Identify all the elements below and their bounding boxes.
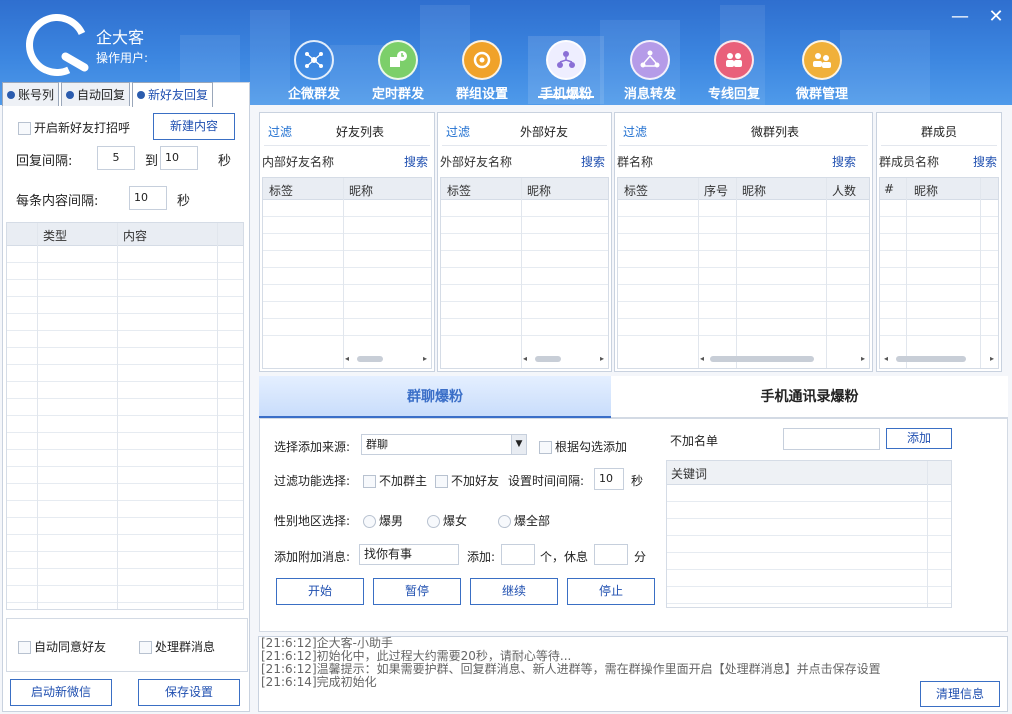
external-search-label: 外部好友名称: [440, 155, 513, 169]
friends-panel: 过滤 好友列表 内部好友名称 搜索 标签 昵称 ◂ ▸: [259, 112, 435, 372]
content-grid[interactable]: 类型 内容: [6, 222, 244, 610]
log-panel: [21:6:12]企大客-小助手 [21:6:12]初始化中，此过程大约需要20…: [258, 636, 1008, 712]
nav-scheduled-broadcast[interactable]: 定时群发: [360, 36, 436, 104]
groups-panel: 过滤 微群列表 群名称 搜索 标签 序号 昵称 人数 ◂ ▸: [614, 112, 873, 372]
groups-grid[interactable]: 标签 序号 昵称 人数 ◂ ▸: [617, 177, 870, 369]
tab-group-boost[interactable]: 群聊爆粉: [259, 376, 611, 418]
time-interval-input[interactable]: 10: [594, 468, 624, 490]
nav-phone-boost[interactable]: 手机爆粉: [528, 36, 604, 104]
item-seconds-label: 秒: [177, 194, 191, 209]
minute-label: 分: [634, 550, 647, 564]
new-content-button[interactable]: 新建内容: [153, 113, 235, 140]
friends-search-button[interactable]: 搜索: [404, 153, 428, 170]
group-manage-icon: [802, 40, 842, 80]
seconds-label: 秒: [218, 154, 232, 169]
female-radio[interactable]: 爆女: [427, 512, 467, 529]
extra-msg-input[interactable]: 找你有事: [359, 544, 459, 565]
left-tabs: 账号列 自动回复 新好友回复: [2, 82, 215, 107]
time-interval-label: 设置时间间隔:: [508, 474, 585, 488]
gender-label: 性别地区选择:: [274, 514, 351, 528]
nav-group-settings[interactable]: 群组设置: [444, 36, 520, 104]
handle-group-msg-checkbox[interactable]: 处理群消息: [139, 638, 215, 655]
schedule-box-icon: [378, 40, 418, 80]
friends-search-label: 内部好友名称: [262, 155, 335, 169]
members-title: 群成员: [921, 125, 958, 139]
start-button[interactable]: 开始: [276, 578, 364, 605]
tab-contacts-boost[interactable]: 手机通讯录爆粉: [611, 376, 1008, 418]
male-radio[interactable]: 爆男: [363, 512, 403, 529]
reply-from-input[interactable]: 5: [97, 146, 135, 170]
friends-filter-link[interactable]: 过滤: [268, 123, 292, 140]
by-check-checkbox[interactable]: 根据勾选添加: [539, 438, 627, 455]
friends-grid[interactable]: 标签 昵称 ◂ ▸: [262, 177, 432, 369]
clear-log-button[interactable]: 清理信息: [920, 681, 1000, 707]
reply-to-input[interactable]: 10: [160, 146, 198, 170]
blacklist-label: 不加名单: [670, 434, 719, 448]
friends-title: 好友列表: [336, 125, 385, 139]
external-grid[interactable]: 标签 昵称 ◂ ▸: [440, 177, 609, 369]
groups-search-label: 群名称: [617, 155, 654, 169]
add-count-input[interactable]: [501, 544, 535, 565]
reply-interval-label: 回复间隔:: [16, 154, 73, 169]
people-reply-icon: [714, 40, 754, 80]
blacklist-input[interactable]: [783, 428, 880, 450]
members-panel: 群成员 群成员名称 搜索 # 昵称 ◂ ▸: [876, 112, 1002, 372]
nav-qiwei-broadcast[interactable]: 企微群发: [276, 36, 352, 104]
operator-label: 操作用户:: [96, 51, 149, 65]
log-line: [21:6:14]完成初始化: [261, 675, 377, 689]
item-interval-label: 每条内容间隔:: [16, 194, 99, 209]
groups-search-button[interactable]: 搜索: [832, 153, 856, 170]
tab-new-friend-reply[interactable]: 新好友回复: [132, 82, 214, 107]
blacklist-add-button[interactable]: 添加: [886, 428, 952, 449]
app-logo: [17, 5, 97, 85]
org-tree-icon: [546, 40, 586, 80]
groups-title: 微群列表: [751, 125, 800, 139]
external-search-button[interactable]: 搜索: [581, 153, 605, 170]
pause-button[interactable]: 暂停: [373, 578, 461, 605]
all-radio[interactable]: 爆全部: [498, 512, 550, 529]
minimize-button[interactable]: —: [950, 8, 970, 28]
close-button[interactable]: ✕: [986, 8, 1006, 28]
source-label: 选择添加来源:: [274, 440, 351, 454]
add-count-label: 添加:: [467, 550, 496, 564]
no-friend-checkbox[interactable]: 不加好友: [435, 472, 499, 489]
nav-message-forward[interactable]: 消息转发: [612, 36, 688, 104]
resume-button[interactable]: 继续: [470, 578, 558, 605]
members-search-label: 群成员名称: [879, 155, 940, 169]
item-interval-input[interactable]: 10: [129, 186, 167, 210]
share-network-icon: [294, 40, 334, 80]
rest-label: 个，休息: [540, 550, 589, 564]
app-name: 企大客: [96, 28, 145, 47]
members-grid[interactable]: # 昵称 ◂ ▸: [879, 177, 999, 369]
nav-dedicated-reply[interactable]: 专线回复: [696, 36, 772, 104]
source-select[interactable]: 群聊 ▼: [361, 434, 527, 455]
group-settings-icon: [462, 40, 502, 80]
time-seconds-label: 秒: [631, 474, 644, 488]
filter-label: 过滤功能选择:: [274, 474, 351, 488]
no-owner-checkbox[interactable]: 不加群主: [363, 472, 427, 489]
tab-account-list[interactable]: 账号列: [2, 82, 60, 106]
nav-group-manage[interactable]: 微群管理: [784, 36, 860, 104]
external-friends-panel: 过滤 外部好友 外部好友名称 搜索 标签 昵称 ◂ ▸: [437, 112, 612, 372]
groups-filter-link[interactable]: 过滤: [623, 123, 647, 140]
keyword-grid[interactable]: 关键词: [666, 460, 952, 608]
auto-accept-checkbox[interactable]: 自动同意好友: [18, 638, 106, 655]
extra-msg-label: 添加附加消息:: [274, 550, 351, 564]
start-wechat-button[interactable]: 启动新微信: [10, 679, 112, 706]
external-filter-link[interactable]: 过滤: [446, 123, 470, 140]
external-title: 外部好友: [520, 125, 569, 139]
tab-auto-reply[interactable]: 自动回复: [61, 82, 131, 106]
members-search-button[interactable]: 搜索: [973, 153, 997, 170]
save-settings-button[interactable]: 保存设置: [138, 679, 240, 706]
forward-cycle-icon: [630, 40, 670, 80]
rest-minutes-input[interactable]: [594, 544, 628, 565]
enable-greeting-checkbox[interactable]: 开启新好友打招呼: [18, 119, 130, 136]
chevron-down-icon: ▼: [511, 435, 526, 454]
stop-button[interactable]: 停止: [567, 578, 655, 605]
to-label: 到: [145, 154, 159, 169]
